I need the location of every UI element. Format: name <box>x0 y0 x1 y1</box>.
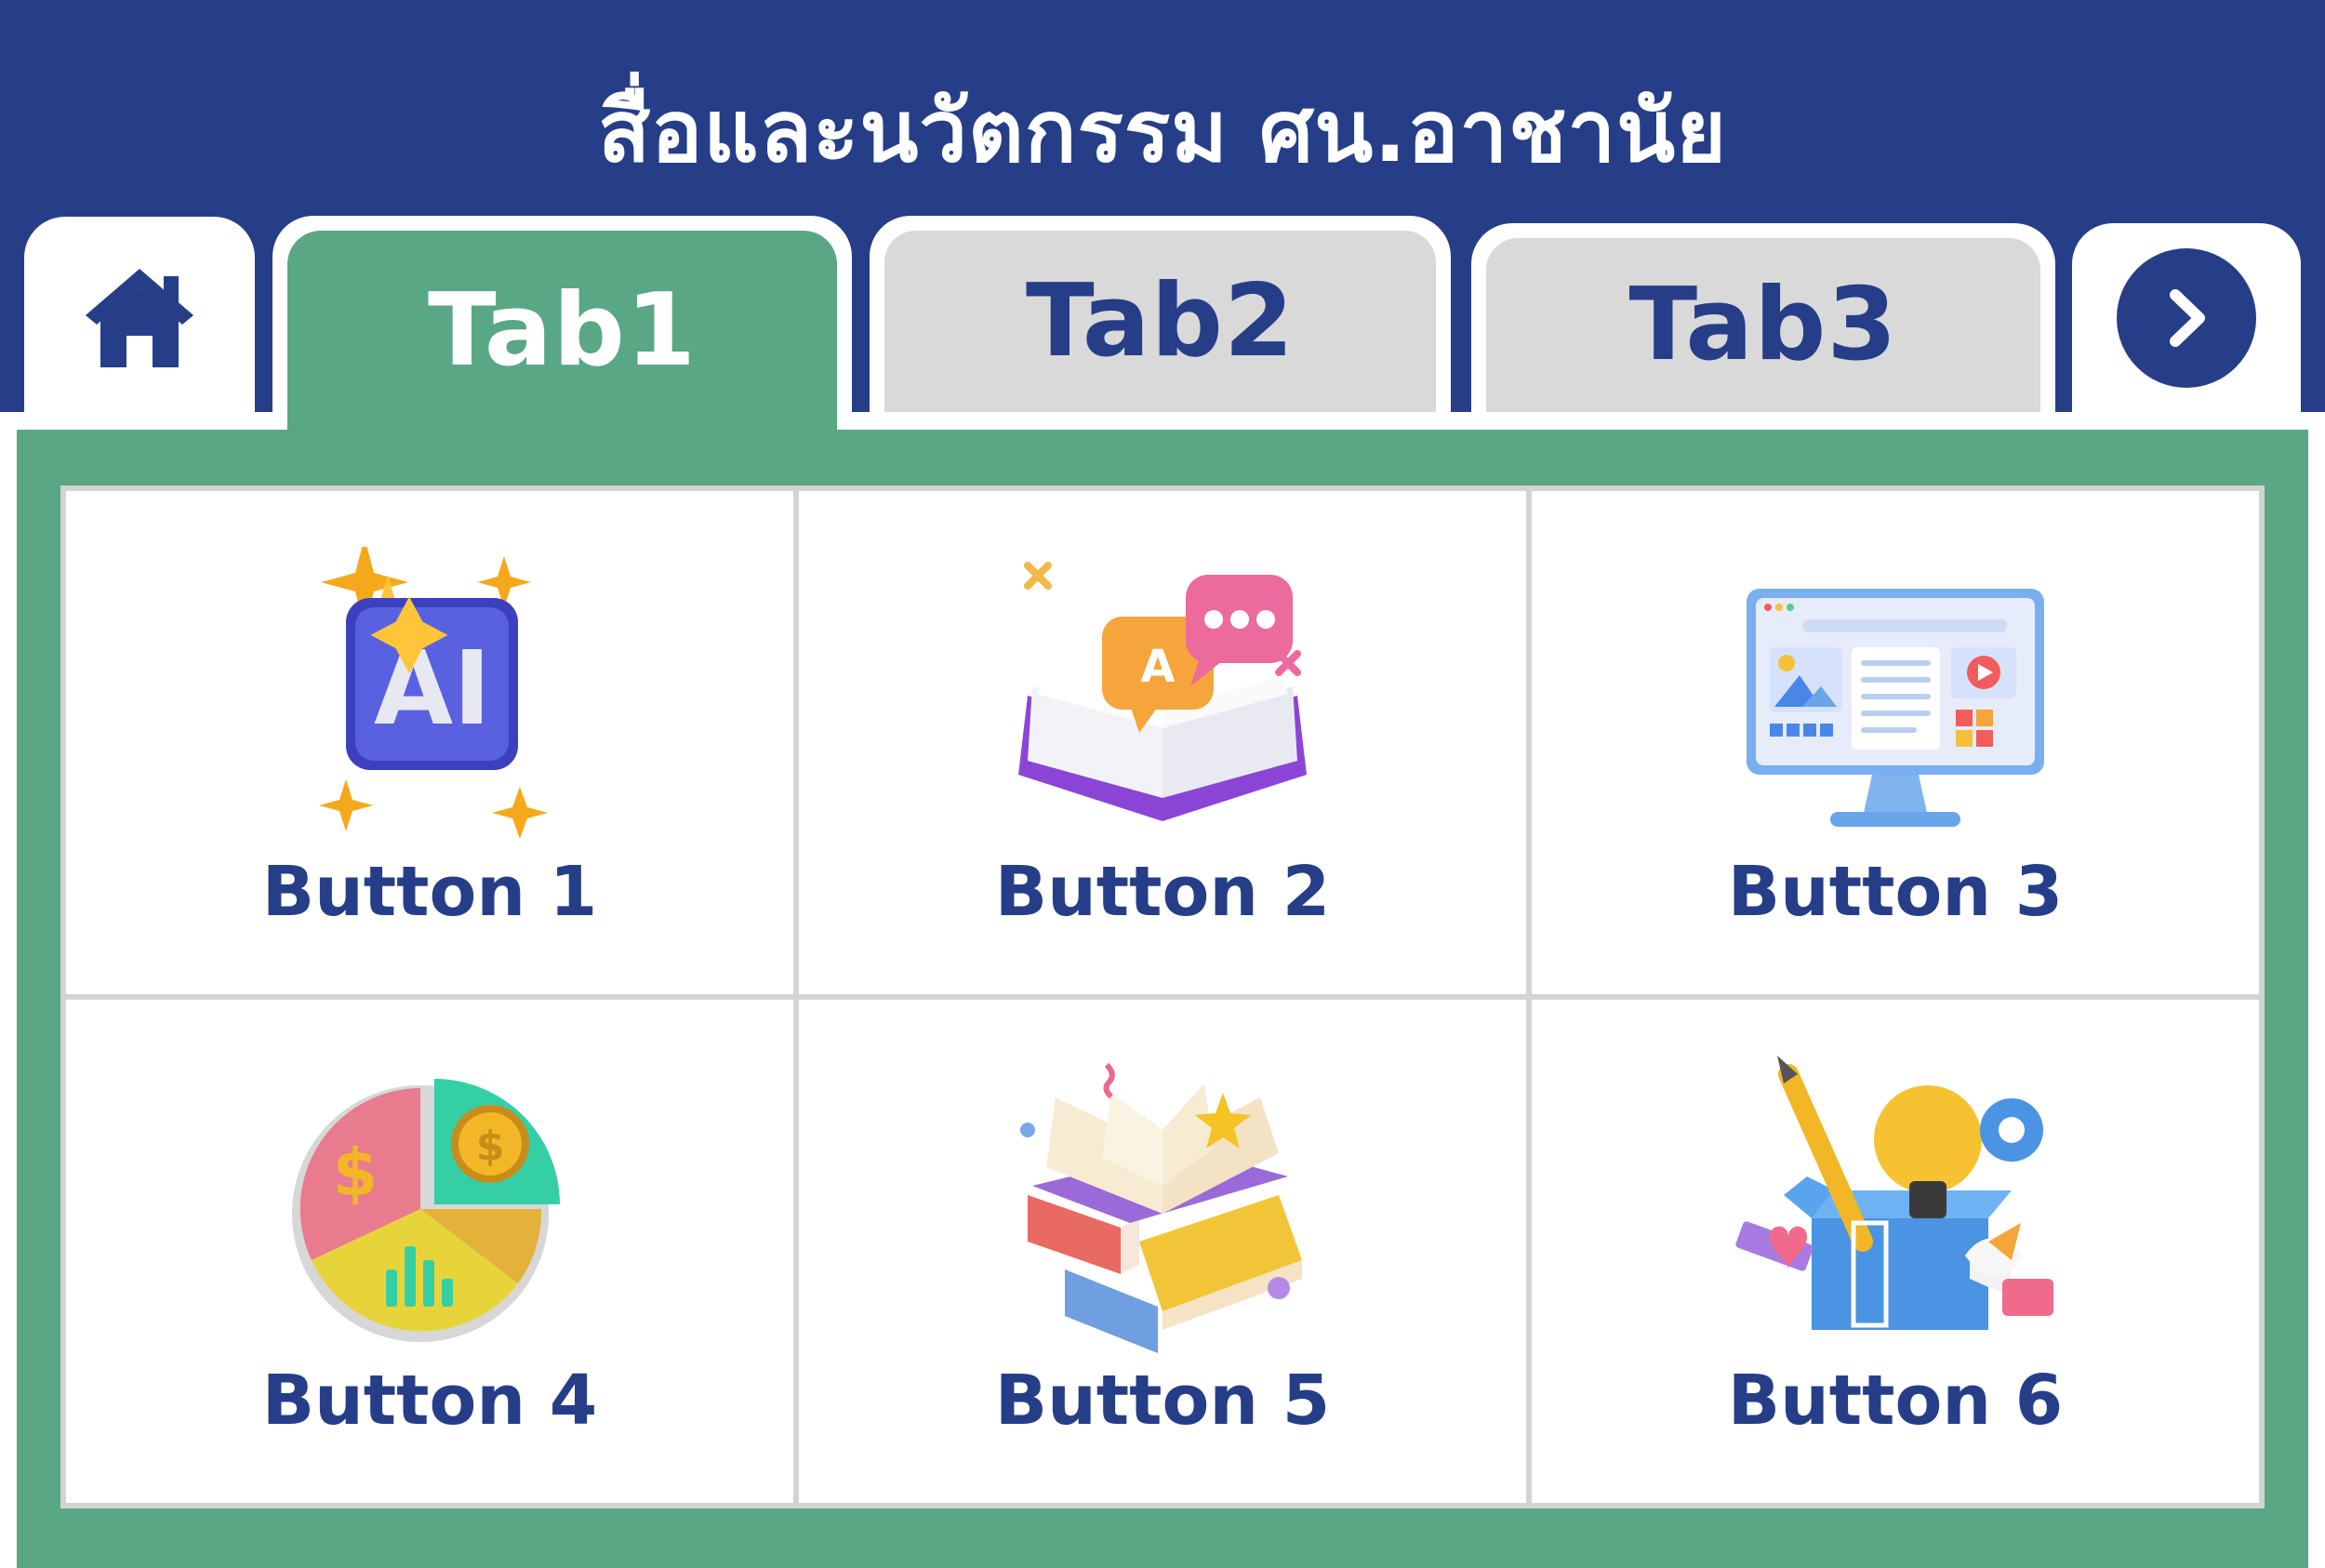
home-tab[interactable] <box>24 217 255 417</box>
idea-box-icon <box>1735 1056 2053 1330</box>
book-chat-icon: A <box>1018 562 1307 821</box>
button-2[interactable]: A Button 2 <box>799 491 1526 994</box>
next-tab-button[interactable] <box>2072 223 2301 412</box>
button-3[interactable]: Button 3 <box>1532 491 2259 994</box>
button-2-label: Button 2 <box>994 852 1331 932</box>
button-6[interactable]: Button 6 <box>1532 1000 2259 1503</box>
tab-3-face: Tab3 <box>1486 238 2040 412</box>
next-circle <box>2117 247 2256 388</box>
tab-2-label: Tab2 <box>1025 263 1295 379</box>
button-4-label: Button 4 <box>261 1361 598 1441</box>
tab-2[interactable]: Tab2 <box>870 216 1451 412</box>
button-4[interactable]: $ $ Button 4 <box>66 1000 793 1503</box>
stack-of-books-icon <box>1020 1062 1302 1353</box>
monitor-dashboard-icon <box>1747 589 2044 827</box>
tab-1[interactable]: Tab1 <box>272 216 852 430</box>
button-6-label: Button 6 <box>1727 1361 2064 1441</box>
page-title: สื่อและนวัตกรรม ศน.อาชานัย <box>597 82 1728 181</box>
svg-text:A: A <box>1140 641 1175 693</box>
button-1-label: Button 1 <box>261 852 598 932</box>
svg-text:$: $ <box>476 1123 505 1170</box>
ai-sparkle-icon: AI <box>319 547 548 839</box>
pie-chart-coin-icon: $ $ <box>292 1079 560 1342</box>
button-5-label: Button 5 <box>994 1361 1331 1441</box>
home-icon <box>86 268 193 367</box>
button-grid: AI Button 1 A Button 2 Button 3 $ $ Butt… <box>60 485 2265 1508</box>
tab-2-face: Tab2 <box>884 231 1436 412</box>
tab-3[interactable]: Tab3 <box>1471 223 2055 412</box>
button-5[interactable]: Button 5 <box>799 1000 1526 1503</box>
button-3-label: Button 3 <box>1727 852 2064 932</box>
button-1[interactable]: AI Button 1 <box>66 491 793 994</box>
chevron-right-icon <box>2170 288 2205 347</box>
tab-1-face: Tab1 <box>287 231 837 430</box>
svg-text:AI: AI <box>374 629 491 748</box>
svg-text:$: $ <box>333 1135 379 1211</box>
tab-3-label: Tab3 <box>1628 267 1898 383</box>
tab-1-label: Tab1 <box>427 272 698 389</box>
